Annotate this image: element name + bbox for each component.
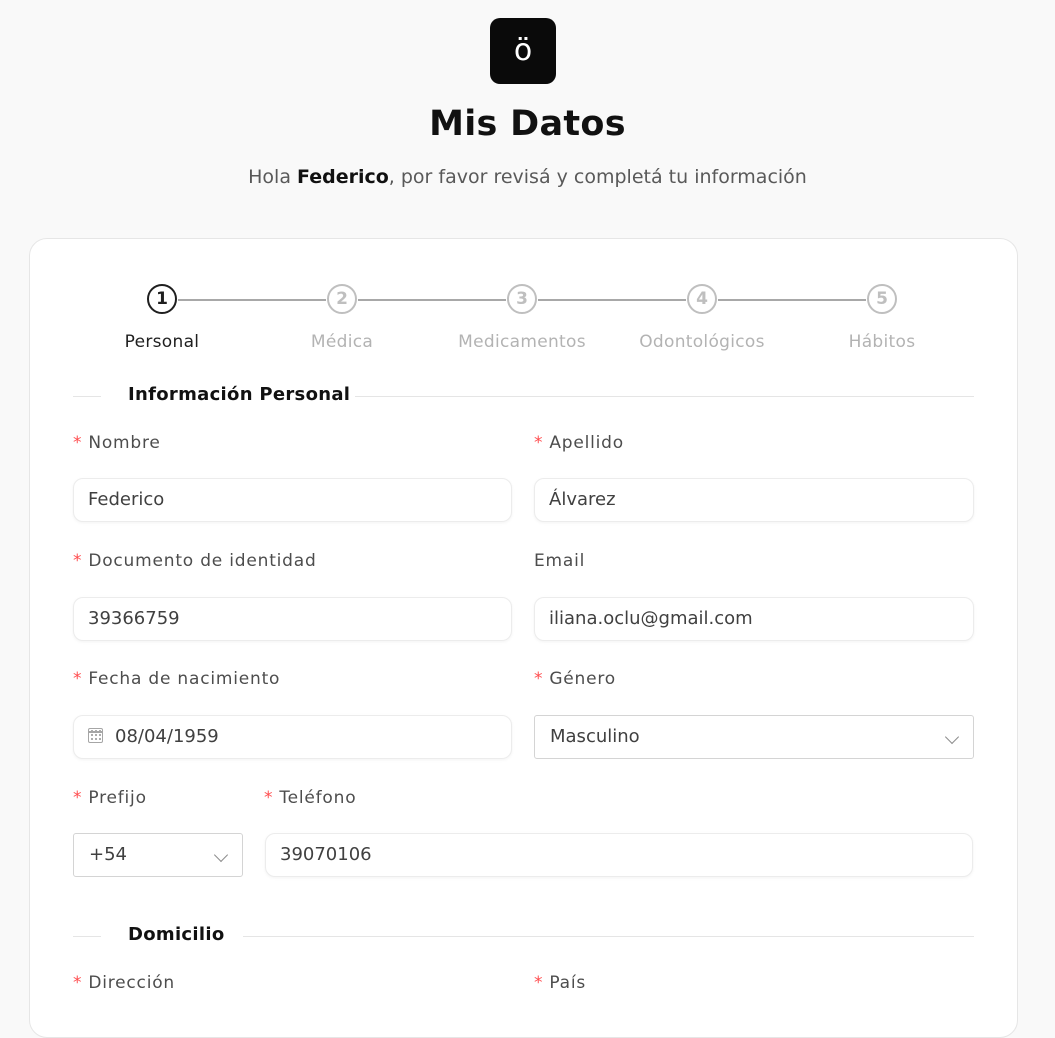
step-connector bbox=[538, 299, 686, 301]
direccion-label-text: Dirección bbox=[88, 973, 175, 993]
step-4-circle[interactable]: 4 bbox=[687, 284, 717, 314]
fecha-nacimiento-label-text: Fecha de nacimiento bbox=[88, 669, 281, 689]
required-mark: * bbox=[73, 551, 83, 571]
telefono-label-text: Teléfono bbox=[279, 788, 357, 808]
nombre-input[interactable]: Federico bbox=[73, 478, 512, 522]
required-mark: * bbox=[534, 669, 544, 689]
documento-label: * Documento de identidad bbox=[73, 551, 317, 571]
fecha-nacimiento-input[interactable]: 08/04/1959 bbox=[73, 715, 512, 759]
greeting-prefix: Hola bbox=[248, 166, 297, 188]
step-connector bbox=[358, 299, 506, 301]
prefijo-select[interactable]: +54 bbox=[73, 833, 243, 877]
required-mark: * bbox=[534, 973, 544, 993]
step-3-label[interactable]: Medicamentos bbox=[432, 332, 612, 352]
pais-label: * País bbox=[534, 973, 586, 993]
section-rule bbox=[243, 936, 974, 937]
direccion-label: * Dirección bbox=[73, 973, 175, 993]
nombre-label-text: Nombre bbox=[88, 433, 161, 453]
apellido-label: * Apellido bbox=[534, 433, 624, 453]
chevron-down-icon bbox=[944, 729, 960, 745]
email-label: Email bbox=[534, 551, 585, 571]
required-mark: * bbox=[534, 433, 544, 453]
greeting-suffix: , por favor revisá y completá tu informa… bbox=[388, 166, 807, 188]
section-rule bbox=[73, 396, 101, 397]
genero-label: * Género bbox=[534, 669, 616, 689]
section-personal-info: Información Personal bbox=[73, 384, 974, 408]
greeting-subtitle: Hola Federico, por favor revisá y comple… bbox=[0, 166, 1055, 188]
prefijo-value: +54 bbox=[89, 844, 127, 865]
chevron-down-icon bbox=[213, 847, 229, 863]
prefijo-label-text: Prefijo bbox=[88, 788, 147, 808]
section-title: Domicilio bbox=[128, 924, 225, 945]
step-2-circle[interactable]: 2 bbox=[327, 284, 357, 314]
step-connector bbox=[718, 299, 866, 301]
step-5-label[interactable]: Hábitos bbox=[792, 332, 972, 352]
step-5-circle[interactable]: 5 bbox=[867, 284, 897, 314]
step-3-circle[interactable]: 3 bbox=[507, 284, 537, 314]
step-2-label[interactable]: Médica bbox=[252, 332, 432, 352]
required-mark: * bbox=[73, 788, 83, 808]
apellido-label-text: Apellido bbox=[549, 433, 624, 453]
required-mark: * bbox=[264, 788, 274, 808]
nombre-label: * Nombre bbox=[73, 433, 161, 453]
section-title: Información Personal bbox=[128, 384, 351, 405]
email-input[interactable]: iliana.oclu@gmail.com bbox=[534, 597, 974, 641]
page-title: Mis Datos bbox=[429, 104, 626, 144]
required-mark: * bbox=[73, 433, 83, 453]
email-label-text: Email bbox=[534, 551, 586, 571]
form-card: 1 2 3 4 5 Personal Médica Medicamentos O… bbox=[29, 238, 1018, 1038]
step-4-label[interactable]: Odontológicos bbox=[612, 332, 792, 352]
fecha-nacimiento-label: * Fecha de nacimiento bbox=[73, 669, 280, 689]
telefono-input[interactable]: 39070106 bbox=[265, 833, 973, 877]
step-connector bbox=[178, 299, 326, 301]
app-logo: ö bbox=[490, 18, 556, 84]
genero-label-text: Género bbox=[549, 669, 616, 689]
prefijo-label: * Prefijo bbox=[73, 788, 147, 808]
documento-input[interactable]: 39366759 bbox=[73, 597, 512, 641]
telefono-label: * Teléfono bbox=[264, 788, 356, 808]
fecha-nacimiento-value: 08/04/1959 bbox=[115, 726, 219, 747]
genero-select[interactable]: Masculino bbox=[534, 715, 974, 759]
section-rule bbox=[355, 396, 974, 397]
pais-label-text: País bbox=[549, 973, 586, 993]
section-rule bbox=[73, 936, 101, 937]
step-1-circle[interactable]: 1 bbox=[147, 284, 177, 314]
step-1-label[interactable]: Personal bbox=[72, 332, 252, 352]
required-mark: * bbox=[73, 669, 83, 689]
user-name: Federico bbox=[297, 166, 389, 188]
documento-label-text: Documento de identidad bbox=[88, 551, 317, 571]
apellido-input[interactable]: Álvarez bbox=[534, 478, 974, 522]
calendar-icon bbox=[88, 728, 103, 743]
required-mark: * bbox=[73, 973, 83, 993]
section-address: Domicilio bbox=[73, 924, 974, 948]
genero-value: Masculino bbox=[550, 726, 640, 747]
